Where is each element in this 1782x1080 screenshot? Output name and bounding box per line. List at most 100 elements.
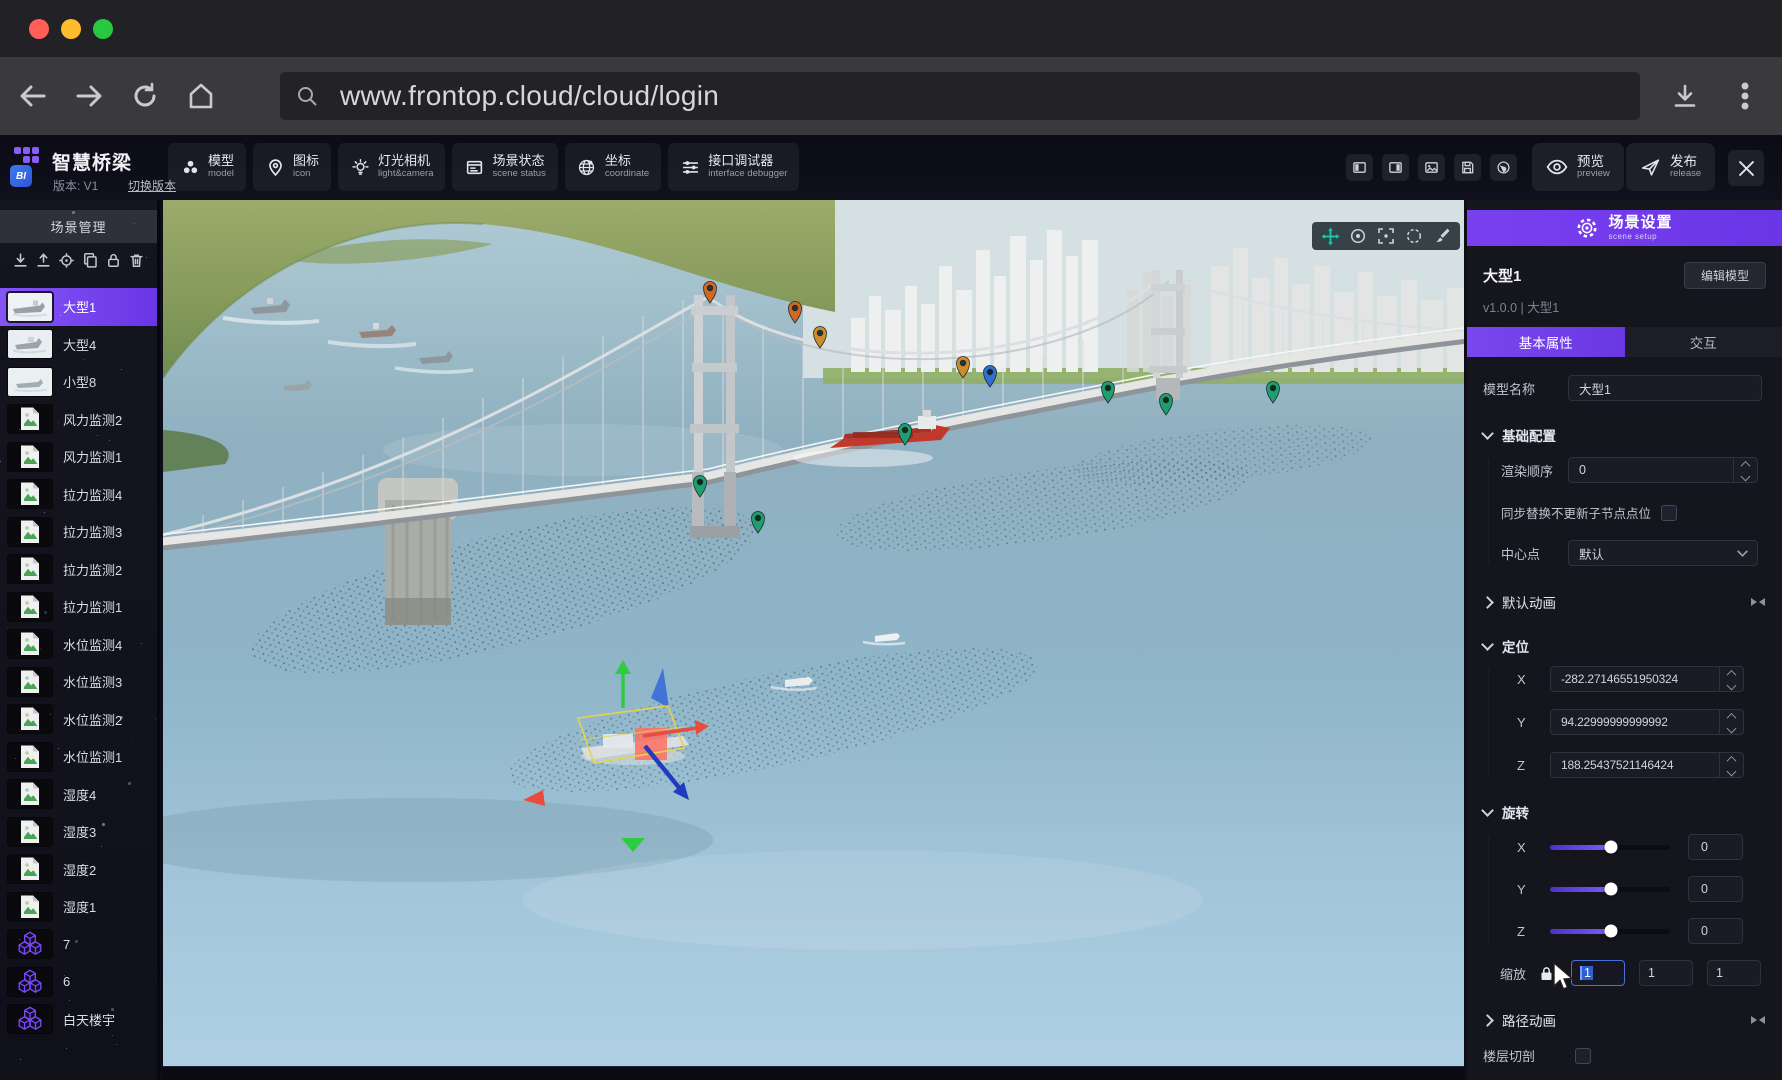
move-tool-button-active[interactable] <box>1320 226 1340 246</box>
panel-right-icon <box>1388 160 1403 175</box>
scale-tool-button[interactable] <box>1376 226 1396 246</box>
scale-input-y[interactable]: 1 <box>1639 960 1693 986</box>
scene-sidebar: 场景管理 大型1 大型4 小型8 风力监测2 风力监测1 拉力监测4 拉力监测3… <box>0 200 160 1080</box>
number-spinner[interactable] <box>1719 753 1743 777</box>
rotation-x-value[interactable]: 0 <box>1688 834 1743 860</box>
number-spinner[interactable] <box>1719 667 1743 691</box>
number-spinner[interactable] <box>1719 710 1743 734</box>
rotation-x-slider[interactable] <box>1550 845 1670 850</box>
locate-icon[interactable] <box>57 250 77 270</box>
scene-object-item[interactable]: 大型1 <box>0 288 157 326</box>
lock-icon[interactable] <box>104 250 124 270</box>
url-bar[interactable]: www.frontop.cloud/cloud/login <box>280 72 1640 120</box>
header-tool-light-camera[interactable]: 灯光相机 light&camera <box>338 143 445 191</box>
close-traffic-light[interactable] <box>29 19 49 39</box>
scene-object-item[interactable]: 7 <box>0 926 157 964</box>
scene-object-item[interactable]: 水位监测4 <box>0 626 157 664</box>
slider-thumb[interactable] <box>1605 883 1618 896</box>
globe-button[interactable] <box>1490 154 1517 181</box>
edit-model-button[interactable]: 编辑模型 <box>1684 262 1766 289</box>
floor-cut-checkbox[interactable] <box>1575 1048 1591 1064</box>
scene-object-item[interactable]: 小型8 <box>0 363 157 401</box>
scene-object-item[interactable]: 大型4 <box>0 326 157 364</box>
release-button[interactable]: 发布release <box>1626 143 1715 191</box>
keyframe-icon[interactable] <box>1750 596 1766 608</box>
browser-menu-button[interactable] <box>1722 73 1768 119</box>
zoom-traffic-light[interactable] <box>93 19 113 39</box>
region-tool-button[interactable] <box>1404 226 1424 246</box>
panel-right-button[interactable] <box>1382 154 1409 181</box>
scene-object-item[interactable]: 湿度1 <box>0 888 157 926</box>
position-z-input[interactable]: 188.25437521146424 <box>1550 752 1744 778</box>
scene-object-item[interactable]: 风力监测2 <box>0 401 157 439</box>
preview-button[interactable]: 预览preview <box>1532 143 1624 191</box>
header-tool-scene-status[interactable]: 场景状态 scene status <box>452 143 557 191</box>
position-x-input[interactable]: -282.27146551950324 <box>1550 666 1744 692</box>
header-tool-icon[interactable]: 图标 icon <box>253 143 331 191</box>
copy-icon[interactable] <box>80 250 100 270</box>
keyframe-icon[interactable] <box>1750 1014 1766 1026</box>
kebab-menu-icon <box>1741 81 1749 111</box>
scene-object-item[interactable]: 湿度4 <box>0 776 157 814</box>
reload-button[interactable] <box>122 73 168 119</box>
brush-icon <box>1433 227 1451 245</box>
header-tool-interface-debugger[interactable]: 接口调试器 interface debugger <box>668 143 799 191</box>
save-button[interactable] <box>1454 154 1481 181</box>
sync-replace-checkbox[interactable] <box>1661 505 1677 521</box>
scene-object-item[interactable]: 水位监测1 <box>0 738 157 776</box>
home-button[interactable] <box>178 73 224 119</box>
number-spinner[interactable] <box>1733 458 1757 482</box>
panel-left-button[interactable] <box>1346 154 1373 181</box>
back-button[interactable] <box>10 73 56 119</box>
scale-lock-icon[interactable] <box>1540 966 1553 981</box>
section-rotation[interactable]: 旋转 <box>1483 802 1766 822</box>
chevron-right-icon <box>1481 596 1494 609</box>
scene-object-item[interactable]: 白天楼宇 <box>0 1001 157 1039</box>
scene-object-item[interactable]: 风力监测1 <box>0 438 157 476</box>
file-thumbnail <box>8 818 52 846</box>
download-button[interactable] <box>1662 73 1708 119</box>
eye-icon <box>1546 159 1568 175</box>
render-order-input[interactable]: 0 <box>1568 457 1758 483</box>
scene-object-item[interactable]: 拉力监测1 <box>0 588 157 626</box>
scene-object-item[interactable]: 拉力监测3 <box>0 513 157 551</box>
section-path-animation[interactable]: 路径动画 <box>1483 1010 1766 1030</box>
export-icon[interactable] <box>33 250 53 270</box>
center-point-row: 中心点 默认 <box>1501 540 1766 566</box>
brush-tool-button[interactable] <box>1432 226 1452 246</box>
scene-object-item[interactable]: 水位监测2 <box>0 701 157 739</box>
scale-input-x-focused[interactable]: 1 <box>1571 960 1625 986</box>
header-tool-coordinate[interactable]: 坐标 coordinate <box>565 143 661 191</box>
model-name-input[interactable]: 大型1 <box>1568 375 1762 401</box>
rotation-y-value[interactable]: 0 <box>1688 876 1743 902</box>
scene-object-item[interactable]: 拉力监测2 <box>0 551 157 589</box>
rotation-z-slider[interactable] <box>1550 929 1670 934</box>
scene-object-item[interactable]: 拉力监测4 <box>0 476 157 514</box>
position-y-input[interactable]: 94.22999999999992 <box>1550 709 1744 735</box>
tab-basic-properties[interactable]: 基本属性 <box>1467 327 1625 357</box>
trash-icon[interactable] <box>127 250 147 270</box>
section-base-config[interactable]: 基础配置 <box>1483 425 1766 445</box>
center-point-select[interactable]: 默认 <box>1568 540 1758 566</box>
rotate-tool-button[interactable] <box>1348 226 1368 246</box>
close-editor-button[interactable] <box>1728 150 1764 186</box>
rotation-y-slider[interactable] <box>1550 887 1670 892</box>
forward-button[interactable] <box>66 73 112 119</box>
scale-input-z[interactable]: 1 <box>1707 960 1761 986</box>
scene-object-item[interactable]: 湿度3 <box>0 813 157 851</box>
file-thumbnail <box>8 705 52 733</box>
tab-interaction[interactable]: 交互 <box>1625 327 1782 357</box>
section-default-animation[interactable]: 默认动画 <box>1483 592 1766 612</box>
image-button[interactable] <box>1418 154 1445 181</box>
slider-thumb[interactable] <box>1605 841 1618 854</box>
scene-object-item[interactable]: 水位监测3 <box>0 663 157 701</box>
scene-object-item[interactable]: 湿度2 <box>0 851 157 889</box>
header-tool-model[interactable]: 模型 model <box>168 143 246 191</box>
rotation-z-value[interactable]: 0 <box>1688 918 1743 944</box>
section-position[interactable]: 定位 <box>1483 636 1766 656</box>
import-icon[interactable] <box>10 250 30 270</box>
slider-thumb[interactable] <box>1605 925 1618 938</box>
minimize-traffic-light[interactable] <box>61 19 81 39</box>
scene-object-item[interactable]: 6 <box>0 963 157 1001</box>
viewport-3d-canvas[interactable] <box>163 200 1464 1066</box>
